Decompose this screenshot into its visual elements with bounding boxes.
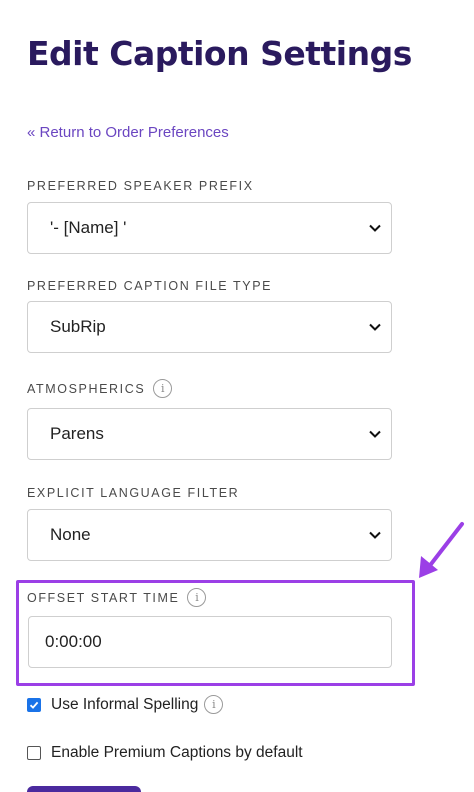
premium-captions-option[interactable]: Enable Premium Captions by default [27, 744, 303, 762]
checkmark-icon [29, 701, 39, 709]
offset-start-time-label-text: OFFSET START TIME [27, 590, 180, 605]
premium-captions-checkbox[interactable] [27, 746, 41, 760]
speaker-prefix-label-text: PREFERRED SPEAKER PREFIX [27, 179, 254, 193]
save-button[interactable] [27, 786, 141, 792]
explicit-language-label: EXPLICIT LANGUAGE FILTER [27, 486, 239, 500]
caption-file-type-label: PREFERRED CAPTION FILE TYPE [27, 279, 272, 293]
informal-spelling-checkbox[interactable] [27, 697, 41, 712]
info-icon[interactable]: i [187, 588, 207, 607]
atmospherics-select[interactable]: Parens [27, 408, 392, 460]
caption-file-type-label-text: PREFERRED CAPTION FILE TYPE [27, 279, 273, 293]
offset-start-time-label: OFFSET START TIME i [27, 588, 207, 607]
chevron-down-icon [369, 323, 381, 331]
chevron-down-icon [369, 531, 381, 539]
speaker-prefix-value: '- [Name] ' [50, 218, 127, 237]
explicit-language-select[interactable]: None [27, 509, 392, 561]
explicit-language-value: None [50, 525, 91, 544]
chevron-down-icon [369, 224, 381, 232]
informal-spelling-option[interactable]: Use Informal Spelling i [27, 695, 224, 714]
chevron-down-icon [369, 430, 381, 438]
premium-captions-label[interactable]: Enable Premium Captions by default [51, 744, 303, 762]
info-icon[interactable]: i [204, 695, 224, 714]
explicit-language-label-text: EXPLICIT LANGUAGE FILTER [27, 486, 240, 500]
informal-spelling-label[interactable]: Use Informal Spelling [51, 696, 198, 714]
info-icon[interactable]: i [153, 379, 173, 398]
page-title: Edit Caption Settings [27, 34, 412, 73]
atmospherics-value: Parens [50, 424, 104, 443]
return-to-order-preferences-link[interactable]: « Return to Order Preferences [27, 124, 229, 141]
pointer-arrow-icon [419, 522, 464, 578]
offset-start-time-input[interactable] [28, 616, 392, 668]
atmospherics-label: ATMOSPHERICS i [27, 379, 173, 398]
caption-file-type-value: SubRip [50, 317, 106, 336]
caption-file-type-select[interactable]: SubRip [27, 301, 392, 353]
atmospherics-label-text: ATMOSPHERICS [27, 381, 146, 396]
speaker-prefix-label: PREFERRED SPEAKER PREFIX [27, 179, 254, 193]
speaker-prefix-select[interactable]: '- [Name] ' [27, 202, 392, 254]
